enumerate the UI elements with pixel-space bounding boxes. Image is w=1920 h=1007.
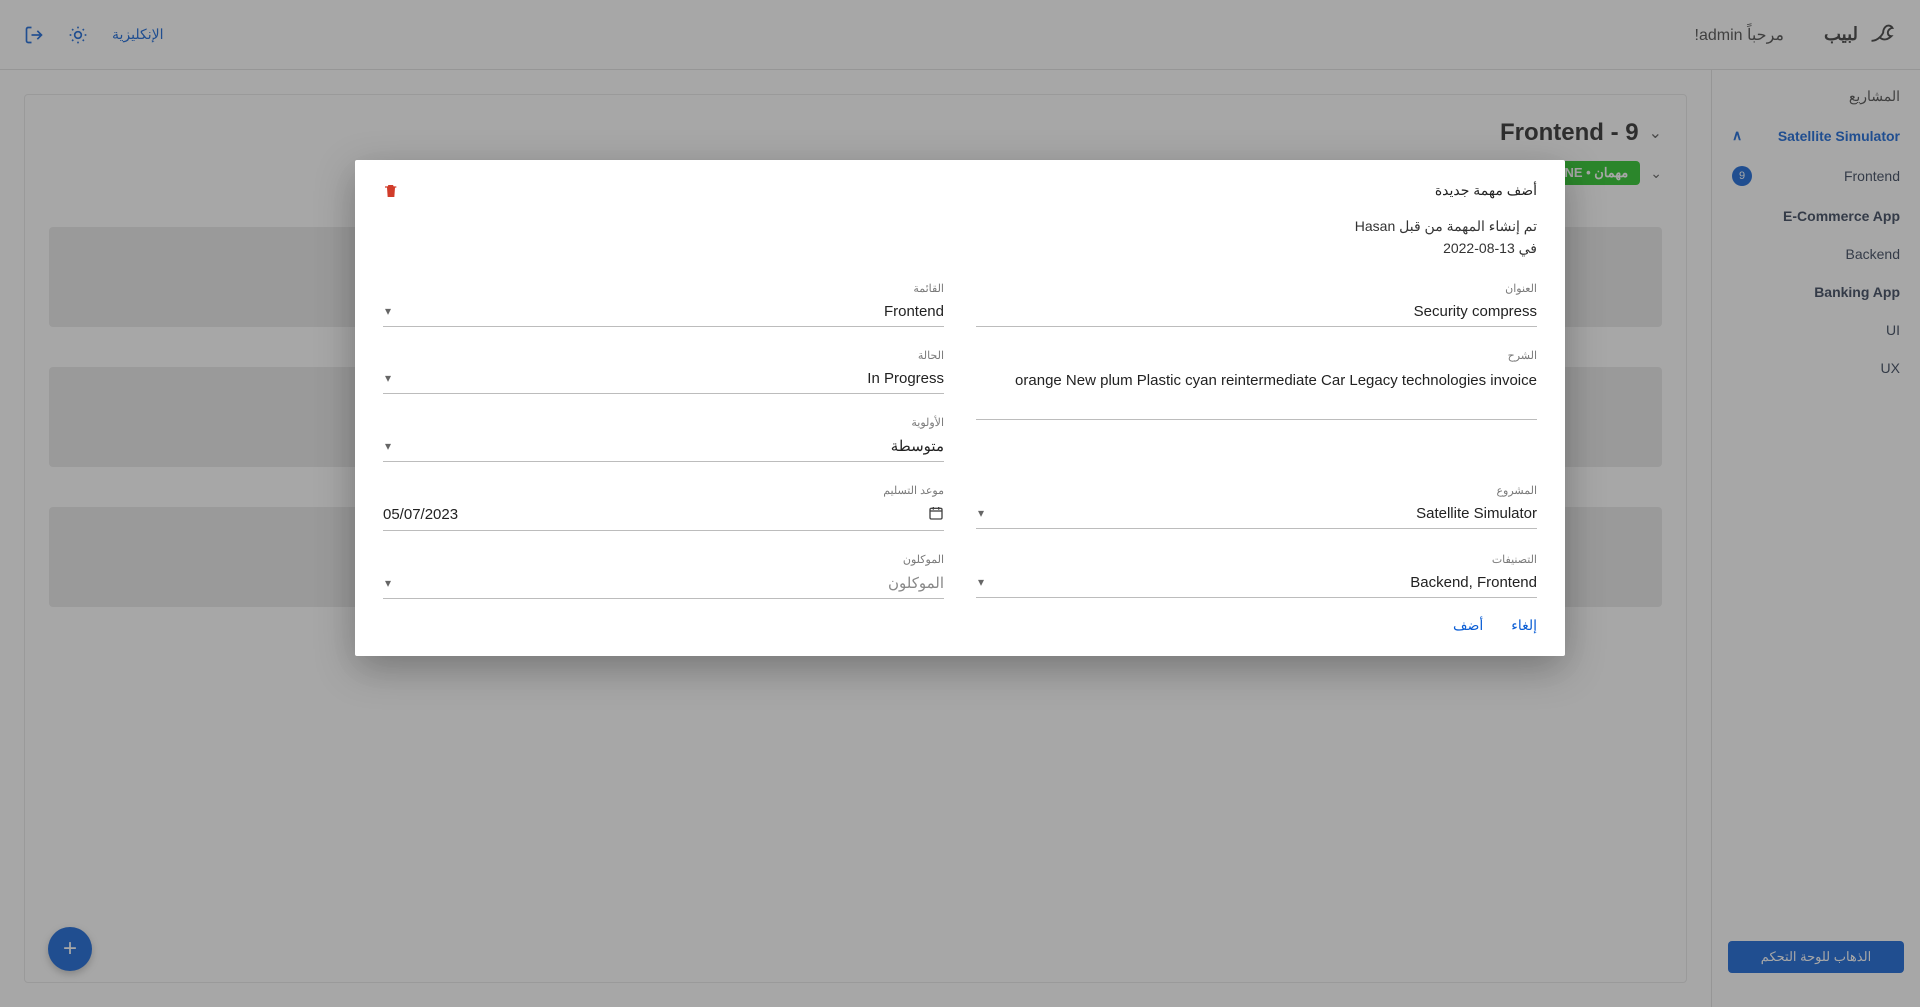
input-title[interactable]: Security compress — [976, 297, 1537, 327]
chevron-down-icon: ▾ — [976, 575, 984, 589]
label-priority: الأولوية — [383, 416, 944, 429]
chevron-down-icon: ▾ — [976, 506, 984, 520]
field-status: الحالة In Progress ▾ — [383, 349, 944, 394]
value-title: Security compress — [976, 303, 1537, 320]
chevron-down-icon: ▾ — [383, 371, 391, 385]
label-title: العنوان — [976, 282, 1537, 295]
field-list: القائمة Frontend ▾ — [383, 282, 944, 327]
label-tags: التصنيفات — [976, 553, 1537, 566]
modal-created-on: في 13-08-2022 — [399, 237, 1537, 259]
field-assignees: الموكلون الموكلون ▾ — [383, 553, 944, 599]
value-list: Frontend — [391, 303, 944, 320]
chevron-down-icon: ▾ — [383, 439, 391, 453]
value-description: orange New plum Plastic cyan reintermedi… — [976, 370, 1537, 393]
chevron-down-icon: ▾ — [383, 304, 391, 318]
calendar-icon — [928, 505, 944, 524]
select-priority[interactable]: متوسطة ▾ — [383, 431, 944, 462]
select-project[interactable]: Satellite Simulator ▾ — [976, 499, 1537, 529]
select-status[interactable]: In Progress ▾ — [383, 364, 944, 394]
modal-created-by: تم إنشاء المهمة من قبل Hasan — [399, 215, 1537, 237]
label-due: موعد التسليم — [383, 484, 944, 497]
value-project: Satellite Simulator — [984, 505, 1537, 522]
modal-title: أضف مهمة جديدة — [399, 182, 1537, 199]
chevron-down-icon: ▾ — [383, 576, 391, 590]
field-priority: الأولوية متوسطة ▾ — [383, 416, 944, 462]
value-tags: Backend, Frontend — [984, 574, 1537, 591]
label-assignees: الموكلون — [383, 553, 944, 566]
field-project: المشروع Satellite Simulator ▾ — [976, 484, 1537, 531]
label-status: الحالة — [383, 349, 944, 362]
trash-icon — [383, 182, 399, 200]
field-due: موعد التسليم 05/07/2023 — [383, 484, 944, 531]
date-due[interactable]: 05/07/2023 — [383, 499, 944, 531]
value-status: In Progress — [391, 370, 944, 387]
label-list: القائمة — [383, 282, 944, 295]
task-modal: أضف مهمة جديدة تم إنشاء المهمة من قبل Ha… — [355, 160, 1565, 656]
delete-button[interactable] — [383, 182, 399, 205]
modal-overlay[interactable]: أضف مهمة جديدة تم إنشاء المهمة من قبل Ha… — [0, 0, 1920, 1007]
field-description: الشرح orange New plum Plastic cyan reint… — [976, 349, 1537, 462]
select-tags[interactable]: Backend, Frontend ▾ — [976, 568, 1537, 598]
placeholder-assignees: الموكلون — [391, 574, 944, 592]
add-button[interactable]: أضف — [1453, 617, 1483, 634]
textarea-description[interactable]: orange New plum Plastic cyan reintermedi… — [976, 364, 1537, 420]
label-project: المشروع — [976, 484, 1537, 497]
cancel-button[interactable]: إلغاء — [1511, 617, 1537, 634]
field-tags: التصنيفات Backend, Frontend ▾ — [976, 553, 1537, 599]
select-list[interactable]: Frontend ▾ — [383, 297, 944, 327]
label-description: الشرح — [976, 349, 1537, 362]
field-title: العنوان Security compress — [976, 282, 1537, 327]
select-assignees[interactable]: الموكلون ▾ — [383, 568, 944, 599]
value-due: 05/07/2023 — [383, 506, 924, 523]
value-priority: متوسطة — [391, 437, 944, 455]
